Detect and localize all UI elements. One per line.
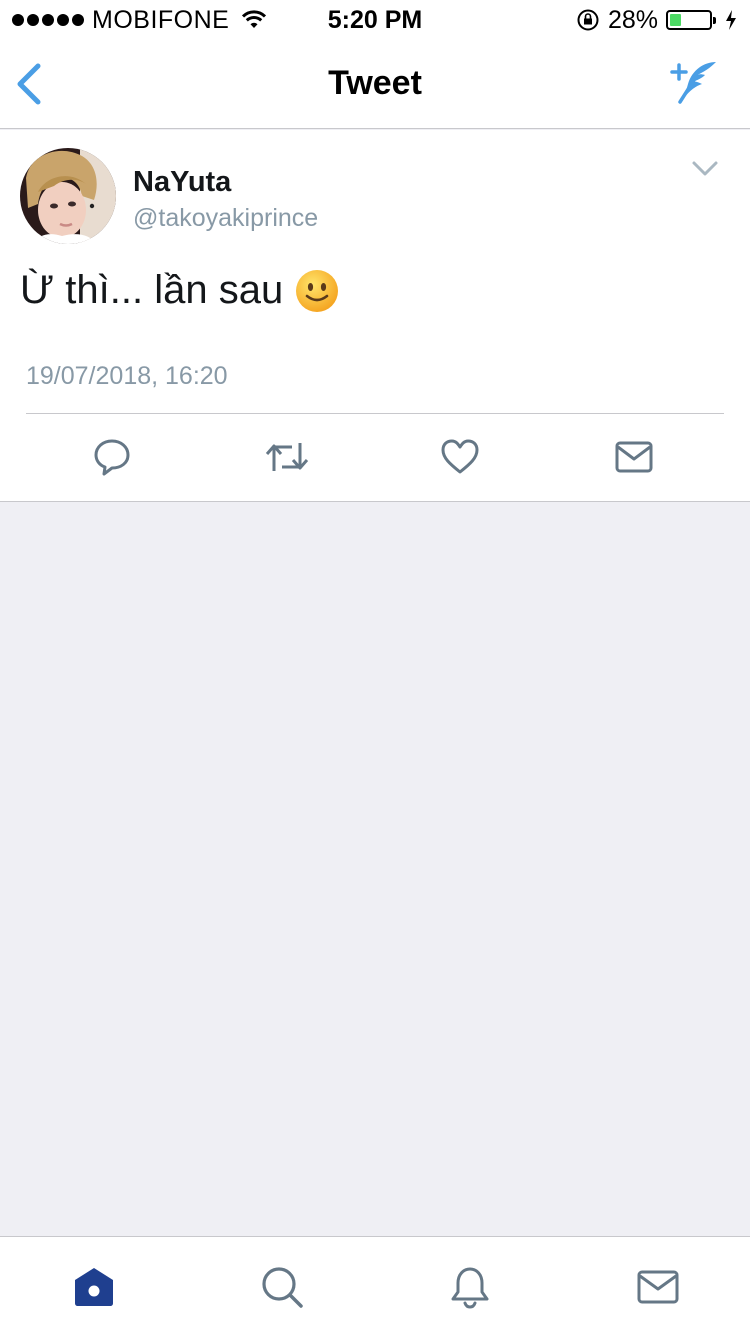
retweet-icon[interactable] <box>264 437 310 477</box>
home-icon[interactable] <box>72 1265 116 1309</box>
tweet-timestamp: 19/07/2018, 16:20 <box>26 362 228 390</box>
charging-bolt-icon <box>726 10 736 30</box>
envelope-icon[interactable] <box>636 1265 680 1309</box>
like-icon[interactable] <box>440 437 480 477</box>
nav-bar: Tweet <box>0 40 750 129</box>
status-right: 28% <box>576 6 738 34</box>
reply-icon[interactable] <box>92 437 132 477</box>
battery-percent: 28% <box>607 5 658 34</box>
page-title: Tweet <box>328 64 422 102</box>
divider <box>26 413 724 414</box>
avatar-photo <box>20 148 116 244</box>
tweet-actions <box>0 415 750 501</box>
slightly-smiling-face-emoji <box>296 269 339 312</box>
tweet-card: NaYuta @takoyakiprince Ừ thì... lần sau … <box>0 130 750 502</box>
search-icon[interactable] <box>260 1265 304 1309</box>
status-bar: MOBIFONE 5:20 PM 28% <box>0 0 750 40</box>
tweet-text: Ừ thì... lần sau <box>20 268 339 313</box>
display-name[interactable]: NaYuta <box>133 166 231 199</box>
compose-feather-icon[interactable] <box>668 58 720 106</box>
direct-message-icon[interactable] <box>614 437 654 477</box>
chevron-down-icon[interactable] <box>690 156 720 180</box>
battery-level-fill <box>670 14 681 26</box>
avatar[interactable] <box>20 148 116 244</box>
tab-bar <box>0 1236 750 1334</box>
orientation-lock-icon <box>577 9 599 31</box>
tweet-text-body: Ừ thì... lần sau <box>20 268 284 312</box>
bell-icon[interactable] <box>448 1265 492 1309</box>
user-handle[interactable]: @takoyakiprince <box>133 204 318 233</box>
battery-icon <box>666 10 716 30</box>
